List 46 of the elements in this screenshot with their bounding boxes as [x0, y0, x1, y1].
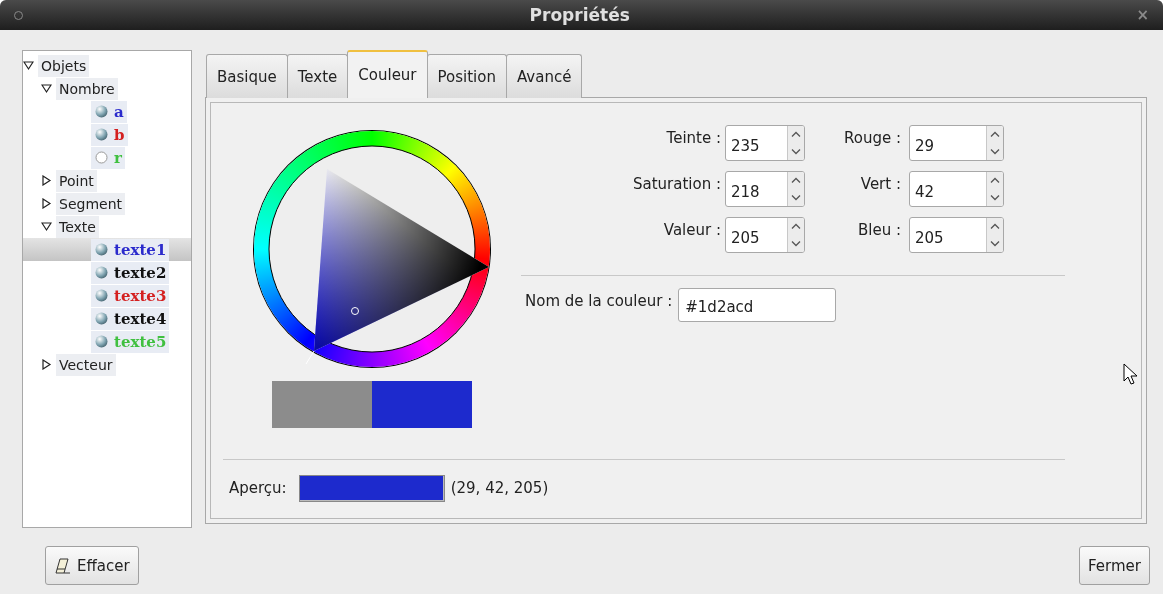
spin-box[interactable]: 29	[909, 125, 1004, 161]
spin-box[interactable]: 205	[725, 217, 805, 253]
number-field[interactable]: 205	[910, 218, 986, 252]
spin-box[interactable]: 205	[909, 217, 1004, 253]
window-title: Propriétés	[529, 5, 630, 25]
field-label: Teinte :	[665, 128, 721, 147]
number-field[interactable]: 218	[726, 172, 787, 206]
field-label: Nom de la couleur :	[525, 291, 673, 310]
collapsed-triangle-icon[interactable]	[41, 175, 52, 186]
close-button[interactable]: Fermer	[1079, 546, 1150, 585]
field-label: Vert :	[859, 174, 902, 193]
field-label: Rouge :	[843, 128, 902, 147]
selected-row-highlight[interactable]: texte1	[23, 238, 191, 261]
close-button[interactable]: ×	[1136, 6, 1149, 24]
field-label: Saturation :	[632, 174, 721, 193]
tree-node[interactable]: Nombre	[56, 77, 118, 100]
number-field[interactable]: 29	[910, 126, 986, 160]
tab[interactable]: Position	[426, 54, 507, 98]
color-name-field[interactable]: #1d2acd	[678, 288, 837, 322]
collapsed-triangle-icon[interactable]	[41, 198, 52, 209]
number-field[interactable]: 235	[726, 126, 787, 160]
expanded-triangle-icon[interactable]	[41, 83, 52, 94]
clear-button[interactable]: Effacer	[45, 546, 139, 585]
tab[interactable]: Texte	[286, 54, 349, 98]
spin-box[interactable]: 218	[725, 171, 805, 207]
mouse-cursor-icon	[1123, 363, 1139, 385]
expanded-triangle-icon[interactable]	[41, 221, 52, 232]
eraser-icon	[54, 556, 72, 575]
tree-node[interactable]: Point	[56, 169, 97, 192]
tree-node[interactable]: Texte	[56, 215, 99, 238]
tab[interactable]: Basique	[206, 54, 288, 98]
rgb-reading: (29, 42, 205)	[450, 479, 549, 497]
spin-box[interactable]: 235	[725, 125, 805, 161]
expanded-triangle-icon[interactable]	[23, 60, 34, 71]
number-field[interactable]: 42	[910, 172, 986, 206]
number-field[interactable]: 205	[726, 218, 787, 252]
tab[interactable]: Avancé	[505, 54, 583, 98]
tab[interactable]: Couleur	[347, 50, 428, 98]
collapsed-triangle-icon[interactable]	[41, 359, 52, 370]
tree-node[interactable]: Vecteur	[56, 353, 116, 376]
field-label: Bleu :	[857, 220, 902, 239]
tree-node[interactable]: Objets	[38, 54, 90, 77]
tree-node[interactable]: Segment	[56, 192, 125, 215]
field-label: Valeur :	[662, 220, 721, 239]
preview-label: Aperçu:	[229, 479, 287, 497]
spin-box[interactable]: 42	[909, 171, 1004, 207]
